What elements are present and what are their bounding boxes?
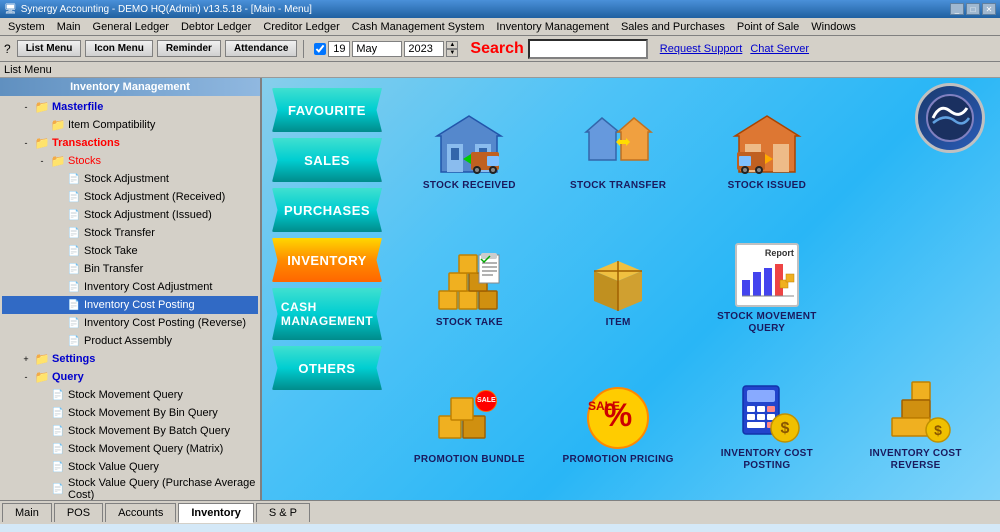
left-nav-buttons: FAVOURITE SALES PURCHASES INVENTORY CASH… [272,88,382,390]
stock-transfer-icon-btn[interactable]: Stock Transfer [546,86,691,219]
menu-pos[interactable]: Point of Sale [731,20,805,34]
search-input[interactable] [528,39,648,59]
minimize-btn[interactable]: _ [950,3,964,15]
close-btn[interactable]: ✕ [982,3,996,15]
menu-sales-purchases[interactable]: Sales and Purchases [615,20,731,34]
purchases-button[interactable]: PURCHASES [272,188,382,232]
date-area: ▲ ▼ [314,41,458,57]
main-layout: Inventory Management - 📁 Masterfile 📁 It… [0,78,1000,500]
title-text: Synergy Accounting - DEMO HQ(Admin) v13.… [21,4,312,15]
toolbar: ? List Menu Icon Menu Reminder Attendanc… [0,36,1000,62]
tree-settings[interactable]: + 📁 Settings [2,350,258,368]
svg-text:SALE: SALE [588,399,620,413]
tree-stock-movement-batch[interactable]: 📄 Stock Movement By Batch Query [2,422,258,440]
promo-pricing-icon-btn[interactable]: % SALE Promotion Pricing [546,359,691,492]
menu-general-ledger[interactable]: General Ledger [87,20,175,34]
date-down-btn[interactable]: ▼ [446,49,458,57]
tab-accounts[interactable]: Accounts [105,503,176,522]
tree-inv-cost-posting[interactable]: 📄 Inventory Cost Posting [2,296,258,314]
item-icon-btn[interactable]: Item [546,223,691,356]
date-checkbox[interactable] [314,43,326,55]
stock-take-icon-btn[interactable]: Stock Take [397,223,542,356]
tree-stock-transfer[interactable]: 📄 Stock Transfer [2,224,258,242]
tree-transactions[interactable]: - 📁 Transactions [2,134,258,152]
svg-text:$: $ [780,420,789,437]
menu-debtor-ledger[interactable]: Debtor Ledger [175,20,257,34]
sidebar: Inventory Management - 📁 Masterfile 📁 It… [0,78,262,500]
inv-cost-posting-icon-btn[interactable]: $ Inventory Cost Posting [695,359,840,492]
tree-stock-movement-matrix[interactable]: 📄 Stock Movement Query (Matrix) [2,440,258,458]
tree-stock-adjustment-received[interactable]: 📄 Stock Adjustment (Received) [2,188,258,206]
app-icon: 🖥 [4,4,17,15]
separator [303,40,304,58]
menu-system[interactable]: System [2,20,51,34]
chat-server-link[interactable]: Chat Server [750,43,809,55]
title-bar: 🖥 Synergy Accounting - DEMO HQ(Admin) v1… [0,0,1000,18]
tree-stock-adjustment-issued[interactable]: 📄 Stock Adjustment (Issued) [2,206,258,224]
date-year-input[interactable] [404,41,444,57]
tree-stock-value-query[interactable]: 📄 Stock Value Query [2,458,258,476]
inventory-button[interactable]: INVENTORY [272,238,382,282]
tree-product-assembly[interactable]: 📄 Product Assembly [2,332,258,350]
menu-cash-management[interactable]: Cash Management System [346,20,491,34]
date-month-input[interactable] [352,41,402,57]
stock-received-icon-btn[interactable]: Stock Received [397,86,542,219]
tab-pos[interactable]: POS [54,503,103,522]
sales-button[interactable]: SALES [272,138,382,182]
favourite-button[interactable]: FAVOURITE [272,88,382,132]
stock-movement-query-icon-btn[interactable]: Report Stoc [695,223,840,356]
maximize-btn[interactable]: □ [966,3,980,15]
content-area: FAVOURITE SALES PURCHASES INVENTORY CASH… [262,78,1000,500]
tree-item-compatibility[interactable]: 📁 Item Compatibility [2,116,258,134]
attendance-button[interactable]: Attendance [225,40,297,57]
help-icon: ? [4,42,11,56]
cash-management-button[interactable]: CASHMANAGEMENT [272,288,382,340]
stock-issued-icon-btn[interactable]: Stock Issued [695,86,840,219]
reminder-button[interactable]: Reminder [157,40,221,57]
date-up-btn[interactable]: ▲ [446,41,458,49]
sidebar-header: Inventory Management [0,78,260,96]
tree-stock-adjustment[interactable]: 📄 Stock Adjustment [2,170,258,188]
tree-stock-value-purchase[interactable]: 📄 Stock Value Query (Purchase Average Co… [2,476,258,500]
menu-main[interactable]: Main [51,20,87,34]
search-label: Search [470,40,523,58]
menu-inventory[interactable]: Inventory Management [490,20,615,34]
tree-stock-movement-bin[interactable]: 📄 Stock Movement By Bin Query [2,404,258,422]
others-button[interactable]: OTHERS [272,346,382,390]
logo-placeholder [843,86,988,219]
list-menu-label: List Menu [0,62,1000,78]
svg-text:$: $ [934,422,942,438]
tree-inv-cost-adjustment[interactable]: 📄 Inventory Cost Adjustment [2,278,258,296]
bottom-tabs: Main POS Accounts Inventory S & P [0,500,1000,524]
tab-main[interactable]: Main [2,503,52,522]
date-day-input[interactable] [328,41,350,57]
promo-bundle-icon-btn[interactable]: SALE Promotion Bundle [397,359,542,492]
request-support-link[interactable]: Request Support [660,43,743,55]
menu-bar: System Main General Ledger Debtor Ledger… [0,18,1000,36]
icons-grid: Stock Received Stock Transfer [397,86,988,492]
menu-creditor-ledger[interactable]: Creditor Ledger [257,20,345,34]
tree-inv-cost-posting-reverse[interactable]: 📄 Inventory Cost Posting (Reverse) [2,314,258,332]
empty-slot [843,223,988,356]
tab-sap[interactable]: S & P [256,503,310,522]
tree-stock-movement-query[interactable]: 📄 Stock Movement Query [2,386,258,404]
tree-masterfile[interactable]: - 📁 Masterfile [2,98,258,116]
tab-inventory[interactable]: Inventory [178,503,254,523]
inv-cost-reverse-icon-btn[interactable]: $ Inventory Cost Reverse [843,359,988,492]
list-menu-button[interactable]: List Menu [17,40,82,57]
tree-stock-take[interactable]: 📄 Stock Take [2,242,258,260]
tree-query[interactable]: - 📁 Query [2,368,258,386]
menu-windows[interactable]: Windows [805,20,862,34]
tree-stocks[interactable]: - 📁 Stocks [2,152,258,170]
icon-menu-button[interactable]: Icon Menu [85,40,152,57]
tree-bin-transfer[interactable]: 📄 Bin Transfer [2,260,258,278]
